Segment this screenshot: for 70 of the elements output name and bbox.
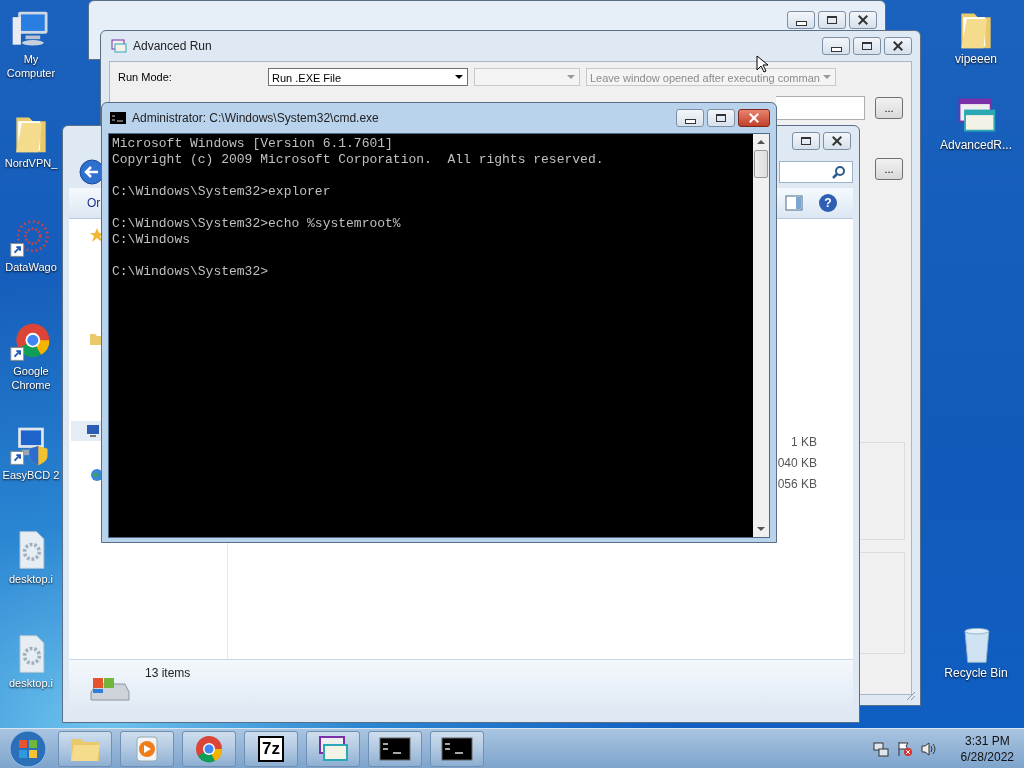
- close-button[interactable]: [849, 11, 877, 29]
- maximize-button[interactable]: [707, 109, 735, 127]
- desktop-icon-label[interactable]: AdvancedR...: [939, 138, 1012, 153]
- resize-grip-icon[interactable]: [904, 689, 916, 701]
- minimize-button[interactable]: [822, 37, 850, 55]
- run-mode-dropdown[interactable]: Run .EXE File: [268, 68, 468, 86]
- taskbar-button[interactable]: 7z: [244, 730, 298, 767]
- console-icon: [441, 734, 473, 763]
- file-size: 1 KB: [791, 435, 817, 450]
- scroll-up-icon[interactable]: [757, 140, 765, 144]
- console-line: Microsoft Windows [Version 6.1.7601]: [112, 136, 394, 152]
- item-count: 13 items: [145, 666, 191, 680]
- console-line: C:\Windows: [112, 232, 191, 248]
- selected-nav-item[interactable]: [71, 421, 101, 441]
- scroll-down-icon[interactable]: [757, 527, 765, 531]
- taskbar-button[interactable]: [306, 730, 360, 767]
- desktop-icon-label[interactable]: My Computer: [2, 52, 60, 80]
- desktop-icon-label[interactable]: NordVPN_: [4, 156, 58, 170]
- file-size: 056 KB: [777, 477, 817, 492]
- console-line: C:\Windows\System32>explorer: [112, 184, 332, 200]
- close-button[interactable]: [738, 109, 770, 127]
- clock[interactable]: 3:31 PM 6/28/2022: [960, 732, 1014, 765]
- speaker-icon[interactable]: [920, 740, 937, 757]
- scroll-thumb[interactable]: [754, 150, 768, 178]
- clock-time: 3:31 PM: [964, 732, 1010, 749]
- console-line: C:\Windows\System32>echo %systemroot%: [112, 216, 402, 232]
- archive-logo: 7z: [258, 735, 284, 762]
- desktop-icon-label[interactable]: DataWago: [5, 260, 57, 274]
- help-button[interactable]: ?: [819, 194, 837, 212]
- console-icon: [110, 112, 126, 124]
- desktop-icon-label[interactable]: Recycle Bin: [944, 666, 1008, 681]
- browse-button[interactable]: ...: [875, 97, 903, 119]
- console-icon: [379, 734, 411, 763]
- desktop-icon-label[interactable]: vipeeen: [954, 52, 997, 67]
- input-field[interactable]: [776, 96, 865, 120]
- start-button[interactable]: [8, 728, 48, 768]
- search-icon: [832, 165, 846, 179]
- minimize-button[interactable]: [676, 109, 704, 127]
- console-line: C:\Windows\System32>: [112, 264, 270, 280]
- window-option-dropdown[interactable]: Leave window opened after executing comman: [586, 68, 836, 86]
- organize-menu[interactable]: Or: [87, 196, 101, 210]
- close-button[interactable]: [823, 132, 851, 150]
- window-title: Administrator: C:\Windows\System32\cmd.exe: [132, 111, 380, 125]
- file-size: 040 KB: [777, 456, 817, 471]
- close-button[interactable]: [884, 37, 912, 55]
- chrome-icon: [193, 734, 225, 763]
- maximize-button[interactable]: [792, 132, 820, 150]
- scrollbar[interactable]: [753, 134, 769, 537]
- console-line: Copyright (c) 2009 Microsoft Corporation. All rights reserved.: [112, 152, 605, 168]
- window-stack-icon: [111, 38, 127, 54]
- taskbar-button[interactable]: [368, 730, 422, 767]
- search-field[interactable]: [779, 161, 853, 183]
- window-stack-icon: [317, 734, 349, 763]
- desktop-icon-label[interactable]: Google Chrome: [2, 364, 60, 392]
- network-icon[interactable]: [872, 740, 889, 757]
- mouse-pointer-icon: [756, 55, 768, 73]
- run-mode-label: Run Mode:: [118, 71, 173, 83]
- maximize-button[interactable]: [818, 11, 846, 29]
- clock-date: 6/28/2022: [960, 748, 1014, 765]
- minimize-button[interactable]: [787, 11, 815, 29]
- window-title: Advanced Run: [133, 39, 213, 53]
- preview-pane-icon[interactable]: [785, 195, 803, 211]
- flag-error-icon[interactable]: [896, 740, 913, 757]
- desktop-icon-label[interactable]: EasyBCD 2: [2, 468, 60, 482]
- computer-icon: [85, 423, 101, 439]
- browse-button[interactable]: ...: [875, 158, 903, 180]
- taskbar-button[interactable]: [430, 730, 484, 767]
- maximize-button[interactable]: [853, 37, 881, 55]
- console-area[interactable]: Microsoft Windows [Version 6.1.7601] Copyright (c) 2009 Microsoft Corporation. All rights reserved. C:\Windows\System32>explorer C:\Windows\System32>echo %systemroot% C:\Windows C:\Windows\System32>: [108, 133, 770, 538]
- desktop-icon-label[interactable]: desktop.i: [9, 572, 53, 586]
